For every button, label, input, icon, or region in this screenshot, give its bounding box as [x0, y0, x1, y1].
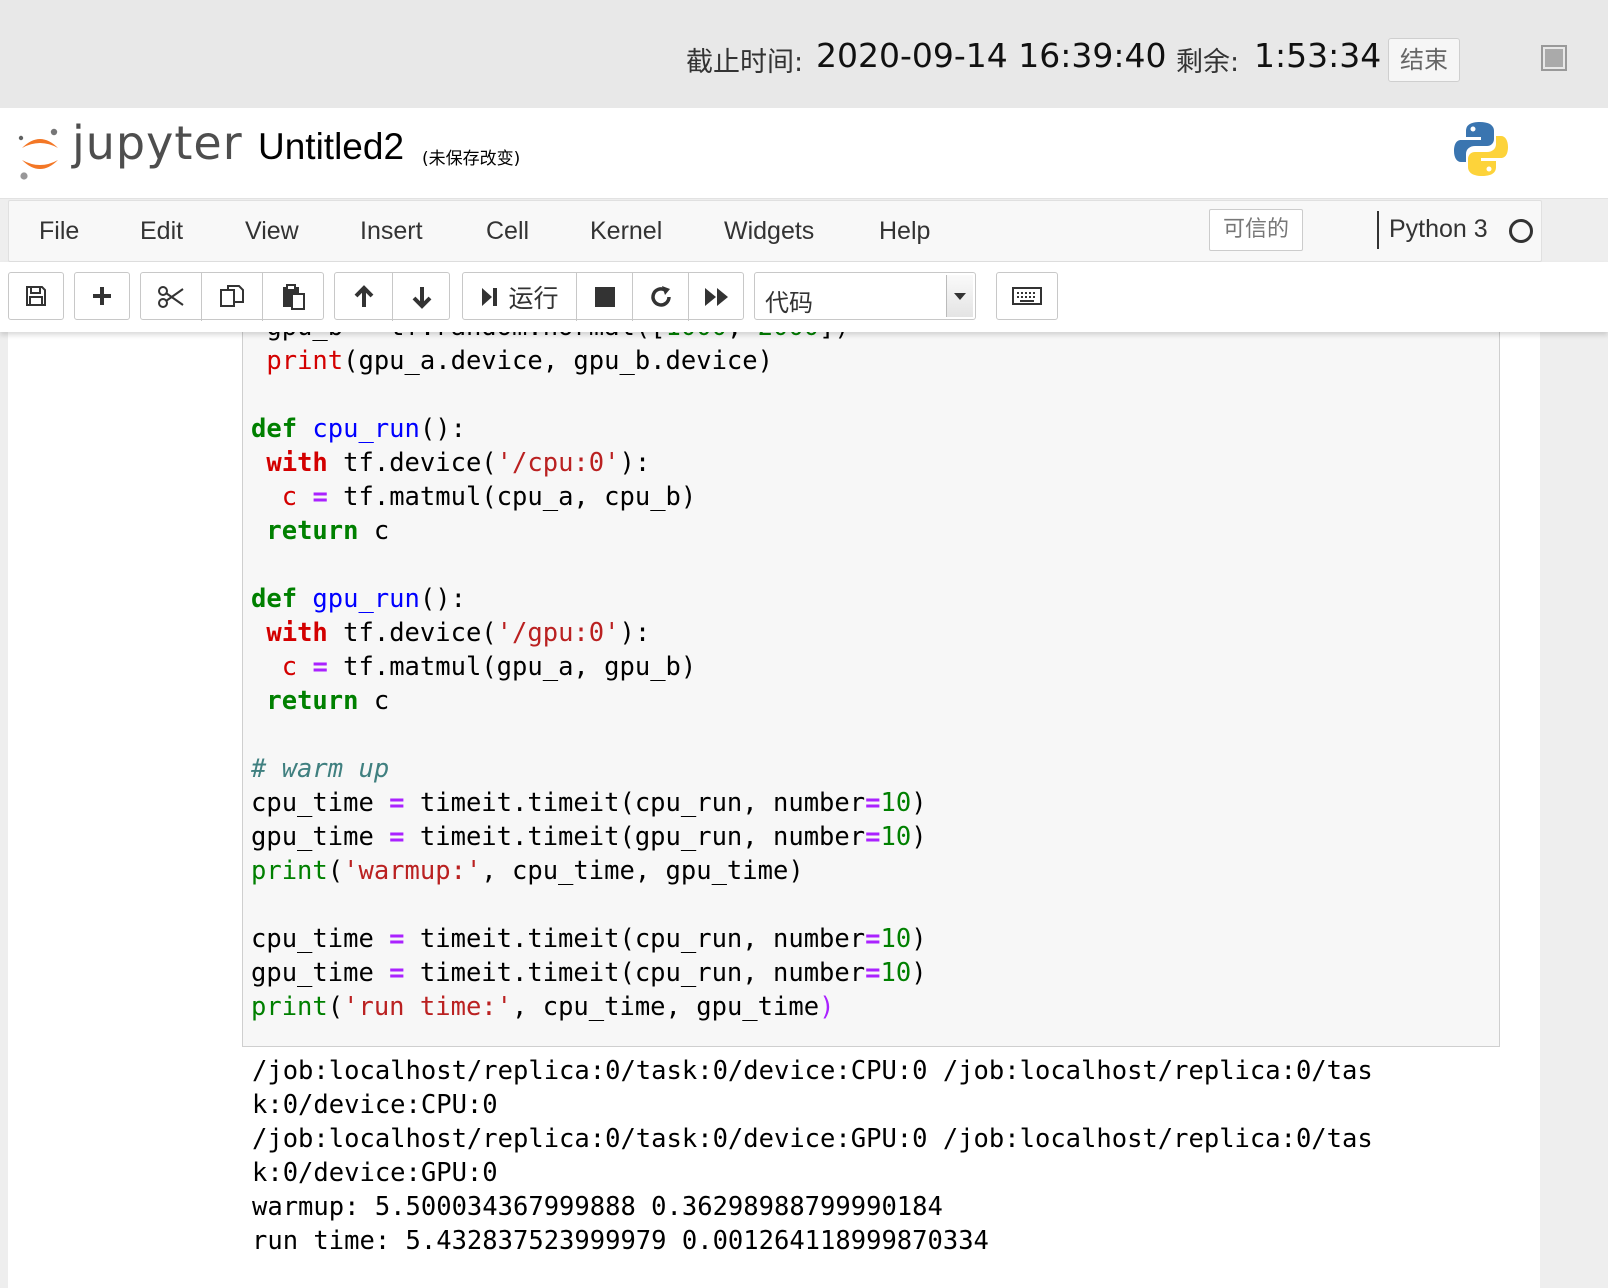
menu-cell[interactable]: Cell	[486, 217, 529, 246]
jupyter-brand[interactable]: jupyter	[72, 116, 243, 170]
code-line: cpu_time = timeit.timeit(cpu_run, number…	[251, 924, 927, 954]
remaining-value: 1:53:34	[1254, 36, 1382, 75]
code-line: print(gpu_a.device, gpu_b.device)	[266, 346, 773, 376]
arrow-down-icon	[412, 287, 432, 309]
copy-button[interactable]	[202, 273, 263, 321]
code-line: def cpu_run():	[251, 414, 466, 444]
code-line: # warm up	[251, 754, 390, 784]
move-down-button[interactable]	[393, 273, 451, 321]
kernel-name[interactable]: Python 3	[1389, 215, 1488, 244]
code-line: gpu_time = timeit.timeit(cpu_run, number…	[251, 958, 927, 988]
interrupt-button[interactable]	[577, 273, 633, 321]
menu-help[interactable]: Help	[879, 217, 930, 246]
chevron-down-icon[interactable]	[946, 275, 973, 317]
menubar: File Edit View Insert Cell Kernel Widget…	[8, 200, 1542, 262]
code-line: print('warmup:', cpu_time, gpu_time)	[251, 856, 804, 886]
cut-button[interactable]	[141, 273, 202, 321]
fullscreen-icon[interactable]	[1540, 44, 1568, 72]
code-line: print('run time:', cpu_time, gpu_time)	[251, 992, 835, 1022]
exam-bar: 截止时间: 2020-09-14 16:39:40 剩余: 1:53:34 结束	[0, 0, 1608, 108]
code-line: def gpu_run():	[251, 584, 466, 614]
menu-insert[interactable]: Insert	[360, 217, 423, 246]
notebook-header: jupyter Untitled2 (未保存改变)	[0, 108, 1608, 199]
jupyter-logo-icon[interactable]	[16, 124, 64, 184]
menu-edit[interactable]: Edit	[140, 217, 183, 246]
code-editor[interactable]: gpu_b = tf.random.normal([1000, 2000]) p…	[251, 332, 927, 1024]
paste-button[interactable]	[263, 273, 325, 321]
code-cell-input[interactable]: gpu_b = tf.random.normal([1000, 2000]) p…	[242, 332, 1500, 1047]
code-line: return c	[266, 516, 390, 546]
code-line: gpu_time = timeit.timeit(gpu_run, number…	[251, 822, 927, 852]
menu-view[interactable]: View	[245, 217, 299, 246]
code-line: c = tf.matmul(gpu_a, gpu_b)	[281, 652, 697, 682]
kernel-separator	[1377, 211, 1379, 249]
move-up-button[interactable]	[335, 273, 393, 321]
menu-widgets[interactable]: Widgets	[724, 217, 814, 246]
save-button[interactable]	[8, 272, 64, 320]
trusted-indicator[interactable]: 可信的	[1209, 209, 1303, 251]
cell-type-select[interactable]: 代码	[754, 272, 976, 320]
cell-type-value: 代码	[765, 289, 813, 317]
code-line: with tf.device('/gpu:0'):	[266, 618, 651, 648]
fast-forward-icon	[705, 288, 728, 306]
python-logo-icon	[1454, 122, 1508, 176]
deadline-label: 截止时间:	[686, 47, 804, 78]
menu-kernel[interactable]: Kernel	[590, 217, 662, 246]
run-button[interactable]: 运行	[463, 273, 577, 321]
code-line: with tf.device('/cpu:0'):	[266, 448, 651, 478]
command-palette-button[interactable]	[996, 272, 1058, 320]
save-status: (未保存改变)	[422, 149, 521, 169]
restart-run-all-button[interactable]	[689, 273, 745, 321]
run-label: 运行	[508, 284, 559, 313]
end-exam-button[interactable]: 结束	[1388, 38, 1460, 82]
code-line: gpu_b = tf.random.normal([1000, 2000])	[251, 332, 849, 342]
insert-cell-button[interactable]	[74, 272, 130, 320]
notebook-name[interactable]: Untitled2	[258, 126, 404, 168]
code-line: c = tf.matmul(cpu_a, cpu_b)	[281, 482, 697, 512]
arrow-up-icon	[354, 285, 373, 307]
toolbar: 运行 代码	[0, 262, 1608, 332]
refresh-icon	[650, 286, 671, 307]
paste-icon	[283, 284, 305, 310]
scissors-icon	[158, 286, 184, 308]
code-line: cpu_time = timeit.timeit(cpu_run, number…	[251, 788, 927, 818]
code-line: return c	[266, 686, 390, 716]
edit-button-group	[140, 272, 325, 321]
run-button-group: 运行	[462, 272, 745, 321]
move-button-group	[334, 272, 451, 321]
copy-icon	[220, 285, 244, 307]
step-forward-icon	[482, 288, 498, 306]
restart-button[interactable]	[633, 273, 689, 321]
notebook-site: gpu_b = tf.random.normal([1000, 2000]) p…	[8, 332, 1540, 1288]
cell-output: /job:localhost/replica:0/task:0/device:C…	[252, 1056, 1373, 1256]
kernel-idle-icon	[1509, 219, 1533, 243]
menu-file[interactable]: File	[39, 217, 79, 246]
plus-icon	[93, 287, 111, 305]
stop-icon	[594, 287, 615, 307]
floppy-disk-icon	[26, 286, 46, 306]
deadline-value: 2020-09-14 16:39:40	[816, 36, 1167, 75]
remaining-label: 剩余:	[1176, 47, 1240, 78]
keyboard-icon	[1012, 287, 1042, 305]
